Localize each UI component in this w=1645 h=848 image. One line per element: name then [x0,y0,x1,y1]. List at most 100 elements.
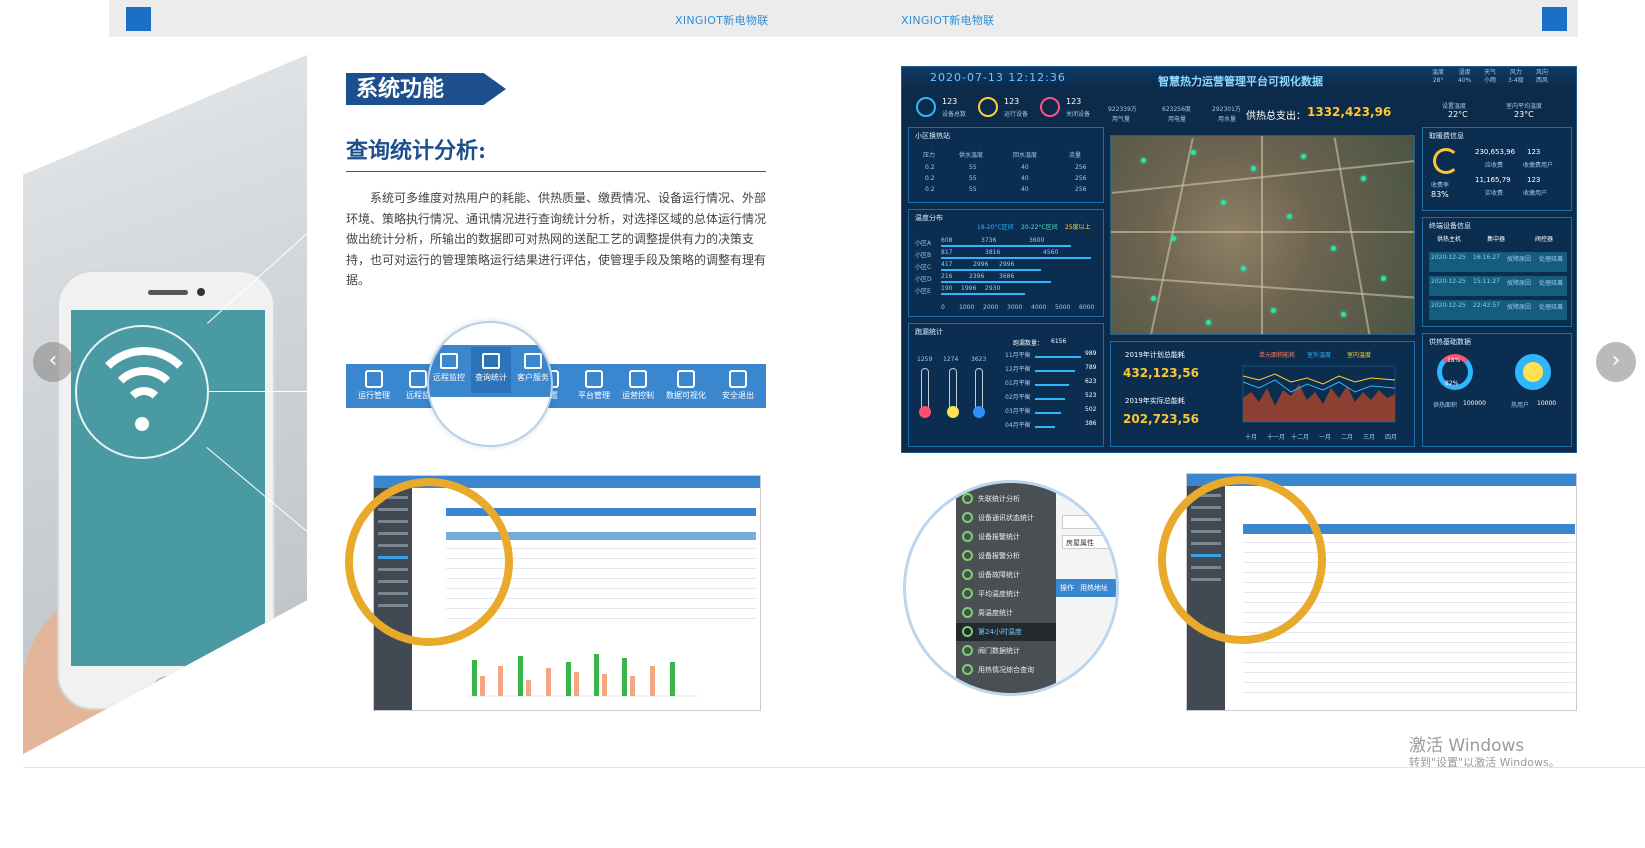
menu-item-6[interactable]: 平台管理 [572,370,616,401]
magnified-menu-remote[interactable]: 远程监控 [429,353,469,383]
temp-distribution-panel: 温度分布 18-20°C区间 20-22°C区间 25度以上 小区A 小区B 小… [908,209,1104,317]
section-paragraph: 系统可多维度对热用户的耗能、供热质量、缴费情况、设备运行情况、外部环境、策略执行… [346,191,767,287]
total-spend-value: 1332,423,96 [1307,105,1392,119]
sidebar-item-usage[interactable]: 用热情况综合查询 [978,665,1034,675]
fee-info-panel: 取暖费信息 收费率 83% 230,653,96 应收费 11,165,79 实… [1422,127,1572,211]
total-spend-label: 供热总支出： [1246,111,1306,122]
prev-slide-button[interactable]: ‹ [33,342,73,382]
weather-dir: 风向 西风 [1536,69,1549,84]
menu-item-7[interactable]: 运营控制 [616,370,660,401]
menu-magnifier: 远程监控 查询统计 客户服务 [427,321,553,447]
sidebar-item-valve[interactable]: 阀门数据统计 [978,646,1020,656]
plan-energy-value: 432,123,56 [1123,366,1199,380]
magnified-menu-query[interactable]: 查询统计 [471,347,511,393]
water-usage-label: 用水量 [1218,116,1237,123]
community-station-panel: 小区换热站 压力 供水温度 回水温度 流量 0.2 55 40 256 0.2 … [908,127,1104,203]
community-title: 小区换热站 [915,132,950,140]
power-usage: 623256度 [1162,106,1191,113]
top-banner: XINGIOT新电物联 XINGIOT新电物联 [109,0,1578,37]
weather-wind: 风力 3-4级 [1508,69,1524,84]
device-running-value: 123 [1004,97,1020,106]
chevron-right-icon: › [1611,348,1621,373]
device-total-value: 123 [942,97,958,106]
bottom-divider [23,767,1645,768]
device-running-icon [978,97,998,117]
fee-ring-icon [1433,148,1459,174]
terminal-event-row[interactable]: 2020-12-25 15:11:27 故障原因 处理结果 [1429,276,1567,296]
temp-dist-title: 温度分布 [915,214,943,222]
sidebar-zoom-view: 房屋属性 操作 用热地址 失联统计分析 设备通讯状态统计 设备报警统计 设备报警… [903,480,1119,696]
average-temp-bar-chart [468,654,698,697]
sidebar-item-avg-temp[interactable]: 平均温度统计 [978,589,1020,599]
doc-icon [365,370,383,388]
page: XINGIOT新电物联 XINGIOT新电物联 ‹ › 系统功能 查询统计分析:… [0,0,1645,848]
section-heading: 查询统计分析: [346,138,487,164]
sidebar-item-24h-temp[interactable]: 第24小时温度 [978,627,1022,637]
brand-logo-1: XINGIOT新电物联 [675,14,769,27]
dashboard-title: 智慧热力运营管理平台可视化数据 [1158,75,1323,88]
device-total-label: 设备总数 [942,111,967,118]
device-off-value: 123 [1066,97,1082,106]
platform-icon [585,370,603,388]
gas-usage: 922339方 [1108,106,1137,113]
monitor-icon [409,370,427,388]
energy-plan-panel: 2019年计划总能耗 432,123,56 2019年实际总能耗 202,723… [1110,341,1415,447]
device-off-label: 关闭设备 [1066,111,1091,118]
heating-dashboard: 2020-07-13 12:12:36 智慧热力运营管理平台可视化数据 温度 28… [901,66,1577,453]
water-usage: 292301方 [1212,106,1241,113]
device-running-label: 运行设备 [1004,111,1029,118]
sidebar-item-comm[interactable]: 设备通讯状态统计 [978,513,1034,523]
weather-humidity: 湿度 40% [1458,69,1472,84]
device-off-icon [1040,97,1060,117]
terminal-event-row[interactable]: 2020-12-25 16:16:27 故障原因 处理结果 [1429,252,1567,272]
next-slide-button[interactable]: › [1596,342,1636,382]
zoom-highlight-circle [1158,476,1326,644]
windows-activation-title: 激活 Windows [1409,736,1525,756]
magnified-menu-service[interactable]: 客户服务 [513,353,551,383]
power-usage-label: 用电量 [1168,116,1187,123]
menu-item-8[interactable]: 数据可视化 [664,370,708,401]
room-temp-value: 23°C [1514,110,1534,119]
weather-sky: 天气 小雨 [1484,69,1497,84]
fee-rate: 83% [1431,190,1449,199]
brand-square-left [126,7,151,31]
logout-icon [729,370,747,388]
dashboard-datetime: 2020-07-13 12:12:36 [930,71,1066,84]
chevron-left-icon: ‹ [48,348,58,373]
leak-title: 跑漏统计 [915,328,943,336]
weather-temp: 温度 28° [1432,69,1445,84]
base-title: 供热基础数据 [1429,338,1471,346]
actual-energy-value: 202,723,56 [1123,412,1199,426]
leak-statistics-panel: 跑漏统计 跑漏数量： 6156 1259 1274 3623 11月平衡 989… [908,323,1104,447]
address-header: 用热地址 [1080,584,1108,592]
sidebar-item-week-temp[interactable]: 周温度统计 [978,608,1013,618]
donut-chart-icon [1515,354,1551,390]
terminal-event-row[interactable]: 2020-12-25 22:43:57 故障原因 处理结果 [1429,300,1567,320]
room-temp-label: 室内平均温度 [1506,103,1543,110]
section-badge: 系统功能 [346,73,506,105]
terminal-title: 终端设备信息 [1429,222,1471,230]
energy-trend-chart [1242,365,1396,423]
device-total-icon [916,97,936,117]
operation-header: 操作 [1060,584,1074,592]
sidebar-item-alarm-analysis[interactable]: 设备报警分析 [978,551,1020,561]
terminal-device-panel: 终端设备信息 供热主机 集中器 阀控器 2020-12-25 16:16:27 … [1422,217,1572,327]
phone-hero-image [23,55,307,754]
brand-logo-2: XINGIOT新电物联 [901,14,995,27]
feature-menu-bar: 运行管理 远程监 配置 平台管理 运营控制 数据可视化 安全退出 [346,364,766,408]
set-temp-value: 22°C [1448,110,1468,119]
home-button-icon [152,676,182,706]
fee-title: 取暖费信息 [1429,132,1464,140]
city-satellite-map[interactable] [1110,135,1415,335]
brand-square-right [1542,7,1567,31]
menu-item-9[interactable]: 安全退出 [716,370,760,401]
control-icon [629,370,647,388]
heading-divider [346,171,766,172]
sidebar-item-alarm[interactable]: 设备报警统计 [978,532,1020,542]
sidebar-item-offline[interactable]: 失联统计分析 [978,494,1020,504]
house-attr-label: 房屋属性 [1066,539,1094,547]
gas-usage-label: 用气量 [1112,116,1131,123]
sidebar-item-fault[interactable]: 设备故障统计 [978,570,1020,580]
set-temp-label: 设置温度 [1442,103,1467,110]
menu-item-0[interactable]: 运行管理 [352,370,396,401]
